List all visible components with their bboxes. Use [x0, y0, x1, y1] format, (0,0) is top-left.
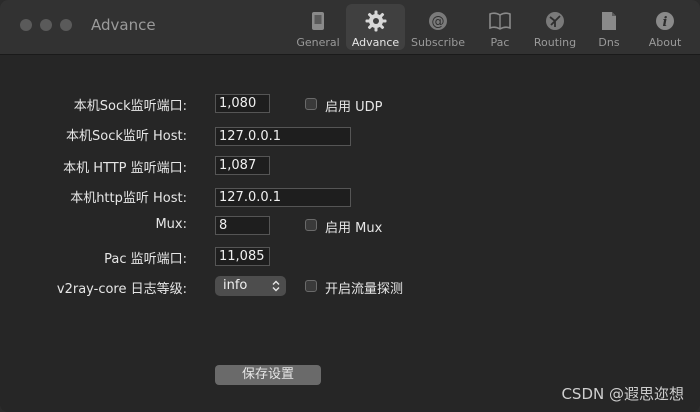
mux-label: Mux: — [155, 217, 187, 232]
tab-subscribe[interactable]: @ Subscribe — [410, 4, 466, 50]
udp-checkbox[interactable] — [305, 98, 317, 110]
save-settings-button[interactable]: 保存设置 — [215, 365, 321, 385]
http-host-label: 本机http监听 Host: — [70, 191, 187, 206]
mux-checkbox[interactable] — [305, 219, 317, 231]
tab-routing[interactable]: Routing — [530, 4, 580, 50]
http-port-label: 本机 HTTP 监听端口: — [63, 161, 187, 176]
phone-icon — [306, 9, 330, 33]
minimize-window-button[interactable] — [40, 19, 52, 31]
tab-dns[interactable]: Dns — [592, 4, 626, 50]
close-window-button[interactable] — [20, 19, 32, 31]
updown-chevron-icon — [271, 279, 281, 293]
titlebar: Advance General Advance @ Subscribe Pac … — [0, 0, 700, 55]
gear-icon — [364, 9, 388, 33]
mux-checkbox-label: 启用 Mux — [325, 221, 383, 236]
tab-advance[interactable]: Advance — [346, 4, 405, 50]
svg-text:@: @ — [432, 15, 445, 30]
sock-host-label: 本机Sock监听 Host: — [66, 129, 187, 144]
http-port-input[interactable]: 1,087 — [215, 156, 270, 175]
window-title: Advance — [91, 16, 156, 34]
tab-about[interactable]: i About — [644, 4, 686, 50]
pac-port-input[interactable]: 11,085 — [215, 247, 270, 266]
sock-port-input[interactable]: 1,080 — [215, 94, 270, 113]
book-icon — [488, 9, 512, 33]
mux-input[interactable]: 8 — [215, 216, 270, 235]
preferences-window: Advance General Advance @ Subscribe Pac … — [0, 0, 700, 412]
http-host-input[interactable]: 127.0.0.1 — [215, 188, 351, 207]
watermark: CSDN @遐思迩想 — [561, 385, 684, 403]
info-icon: i — [653, 9, 677, 33]
pac-port-label: Pac 监听端口: — [104, 252, 187, 267]
sock-host-input[interactable]: 127.0.0.1 — [215, 127, 351, 146]
tab-pac[interactable]: Pac — [482, 4, 518, 50]
log-level-label: v2ray-core 日志等级: — [56, 282, 187, 297]
log-level-value: info — [223, 278, 248, 293]
traffic-sniffing-checkbox[interactable] — [305, 280, 317, 292]
log-level-select[interactable]: info — [215, 276, 286, 296]
tab-general[interactable]: General — [296, 4, 340, 50]
at-icon: @ — [426, 9, 450, 33]
sock-port-label: 本机Sock监听端口: — [73, 99, 187, 114]
zoom-window-button[interactable] — [60, 19, 72, 31]
svg-text:i: i — [663, 15, 668, 30]
advance-pane: 本机Sock监听端口: 1,080 启用 UDP 本机Sock监听 Host: … — [0, 55, 700, 412]
traffic-sniffing-label: 开启流量探测 — [325, 282, 404, 297]
document-icon — [597, 9, 621, 33]
udp-checkbox-label: 启用 UDP — [325, 100, 383, 115]
routing-icon — [543, 9, 567, 33]
